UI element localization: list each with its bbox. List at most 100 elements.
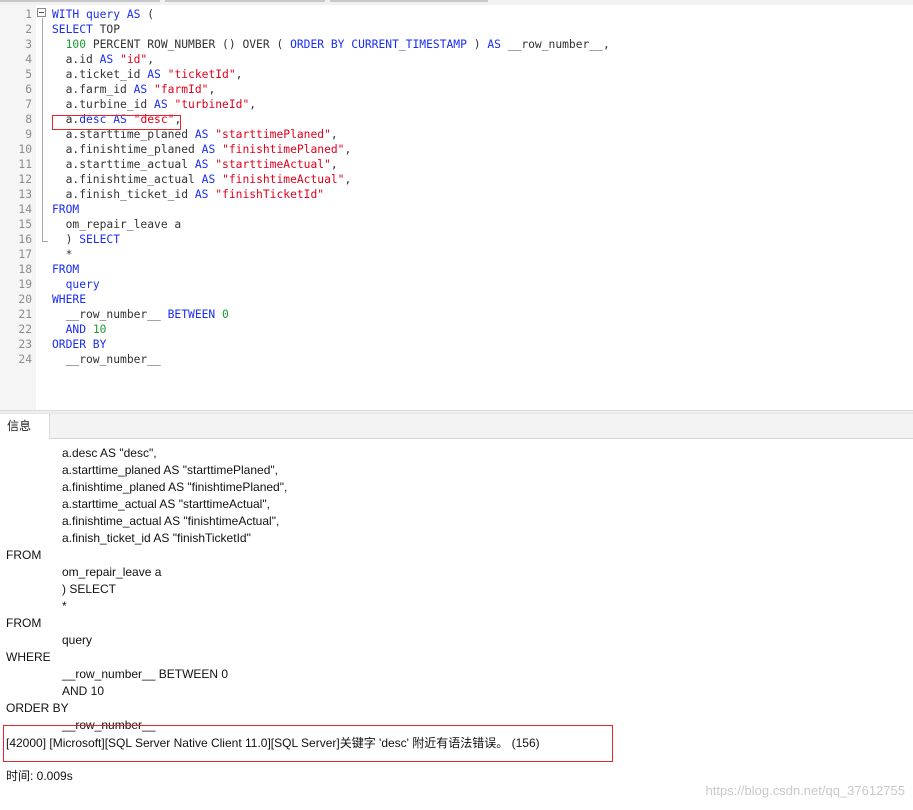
code-line[interactable]: 4 a.id AS "id",: [0, 52, 913, 67]
code-text[interactable]: ) SELECT: [52, 232, 120, 247]
code-text[interactable]: __row_number__ BETWEEN 0: [52, 307, 229, 322]
code-text[interactable]: __row_number__: [52, 352, 161, 367]
code-text[interactable]: FROM: [52, 202, 79, 217]
code-text[interactable]: 100 PERCENT ROW_NUMBER () OVER ( ORDER B…: [52, 37, 610, 52]
line-number: 18: [18, 263, 32, 276]
sql-keyword: SELECT: [79, 233, 121, 246]
code-line[interactable]: 1 WITH query AS (: [0, 7, 913, 22]
sql-text: (: [140, 8, 155, 21]
sql-keyword: AS: [194, 158, 209, 171]
code-text[interactable]: AND 10: [52, 322, 107, 337]
sql-text: ,: [208, 83, 216, 96]
line-number: 12: [18, 173, 32, 186]
code-line[interactable]: 23 ORDER BY: [0, 337, 913, 352]
message-line: query: [62, 633, 93, 647]
code-line[interactable]: 13 a.finish_ticket_id AS "finishTicketId…: [0, 187, 913, 202]
code-line[interactable]: 10 a.finishtime_planed AS "finishtimePla…: [0, 142, 913, 157]
code-line[interactable]: 14 FROM: [0, 202, 913, 217]
line-number: 2: [25, 23, 32, 36]
tab-messages[interactable]: 信息: [0, 414, 50, 439]
sql-keyword: SELECT: [52, 23, 93, 36]
line-number: 21: [18, 308, 32, 321]
code-line[interactable]: 11 a.starttime_actual AS "starttimeActua…: [0, 157, 913, 172]
message-line: ) SELECT: [62, 582, 117, 596]
line-number: 10: [18, 143, 32, 156]
sql-keyword: query: [65, 278, 100, 291]
message-line: __row_number__ BETWEEN 0: [62, 667, 229, 681]
sql-number: 10: [92, 323, 107, 336]
sql-text: __row_number__,: [500, 38, 610, 51]
sql-keyword: FROM: [52, 203, 80, 216]
sql-string: "turbineId": [174, 98, 250, 111]
line-number: 6: [25, 83, 32, 96]
code-line[interactable]: 19 query: [0, 277, 913, 292]
code-text[interactable]: a.id AS "id",: [52, 52, 154, 67]
execution-time: 时间: 0.009s: [6, 769, 73, 783]
line-number: 1: [25, 8, 32, 21]
sql-string: "starttimeActual": [215, 158, 331, 171]
line-number: 16: [18, 233, 32, 246]
highlight-box-desc: [52, 115, 181, 130]
result-tabbar: 信息: [0, 414, 913, 439]
code-text[interactable]: a.farm_id AS "farmId",: [52, 82, 216, 97]
line-number: 7: [25, 98, 32, 111]
code-line[interactable]: 20 WHERE: [0, 292, 913, 307]
code-text[interactable]: a.turbine_id AS "turbineId",: [52, 97, 257, 112]
code-line[interactable]: 18 FROM: [0, 262, 913, 277]
sql-text: TOP: [92, 23, 121, 36]
code-text[interactable]: SELECT TOP: [52, 22, 120, 37]
sql-text: a.turbine_id: [52, 98, 155, 111]
code-text[interactable]: query: [52, 277, 100, 292]
line-number: 24: [18, 353, 32, 366]
message-line: FROM: [6, 548, 42, 562]
line-number: 8: [25, 113, 32, 126]
code-line[interactable]: 7 a.turbine_id AS "turbineId",: [0, 97, 913, 112]
code-text[interactable]: a.finishtime_actual AS "finishtimeActual…: [52, 172, 352, 187]
sql-string: "finishtimePlaned": [222, 143, 345, 156]
sql-text: a.finishtime_planed: [52, 143, 202, 156]
sql-text: a.id: [52, 53, 100, 66]
code-text[interactable]: a.finishtime_planed AS "finishtimePlaned…: [52, 142, 352, 157]
sql-keyword: AS: [194, 188, 209, 201]
sql-keyword: AND: [65, 323, 87, 336]
sql-text: PERCENT ROW_NUMBER () OVER (: [86, 38, 291, 51]
code-line[interactable]: 21 __row_number__ BETWEEN 0: [0, 307, 913, 322]
code-text[interactable]: WHERE: [52, 292, 86, 307]
code-text[interactable]: ORDER BY: [52, 337, 106, 352]
sql-editor[interactable]: 1 WITH query AS ( 2 SELECT TOP 3 100 PERCENT…: [0, 5, 913, 410]
sql-keyword: ORDER BY CURRENT_TIMESTAMP: [290, 38, 467, 51]
watermark: https://blog.csdn.net/qq_37612755: [705, 783, 906, 798]
code-line[interactable]: 24 __row_number__: [0, 352, 913, 367]
code-text[interactable]: *: [52, 247, 73, 262]
code-line[interactable]: 16 ) SELECT: [0, 232, 913, 247]
top-tab-indicator: [0, 0, 160, 2]
code-text[interactable]: a.starttime_actual AS "starttimeActual",: [52, 157, 338, 172]
code-line[interactable]: 2 SELECT TOP: [0, 22, 913, 37]
code-line[interactable]: 22 AND 10: [0, 322, 913, 337]
code-line[interactable]: 5 a.ticket_id AS "ticketId",: [0, 67, 913, 82]
code-line[interactable]: 6 a.farm_id AS "farmId",: [0, 82, 913, 97]
code-line[interactable]: 3 100 PERCENT ROW_NUMBER () OVER ( ORDER…: [0, 37, 913, 52]
code-text[interactable]: a.ticket_id AS "ticketId",: [52, 67, 243, 82]
code-text[interactable]: a.finish_ticket_id AS "finishTicketId": [52, 187, 324, 202]
line-number: 5: [25, 68, 32, 81]
code-text[interactable]: FROM: [52, 262, 79, 277]
sql-text: ): [52, 233, 80, 246]
message-line: AND 10: [62, 684, 105, 698]
line-number: 13: [18, 188, 32, 201]
code-line[interactable]: 12 a.finishtime_actual AS "finishtimeAct…: [0, 172, 913, 187]
sql-text: a.finishtime_actual: [52, 173, 202, 186]
sql-text: *: [52, 248, 73, 261]
line-number: 11: [18, 158, 32, 171]
sql-keyword: ORDER BY: [52, 338, 107, 351]
sql-keyword: AS: [201, 143, 216, 156]
code-text[interactable]: WITH query AS (: [52, 7, 154, 22]
sql-text: ,: [249, 98, 257, 111]
message-line: a.desc AS "desc",: [62, 446, 157, 460]
code-line[interactable]: 15 om_repair_leave a: [0, 217, 913, 232]
code-text[interactable]: om_repair_leave a: [52, 217, 182, 232]
sql-string: "finishTicketId": [215, 188, 325, 201]
code-line[interactable]: 17 *: [0, 247, 913, 262]
